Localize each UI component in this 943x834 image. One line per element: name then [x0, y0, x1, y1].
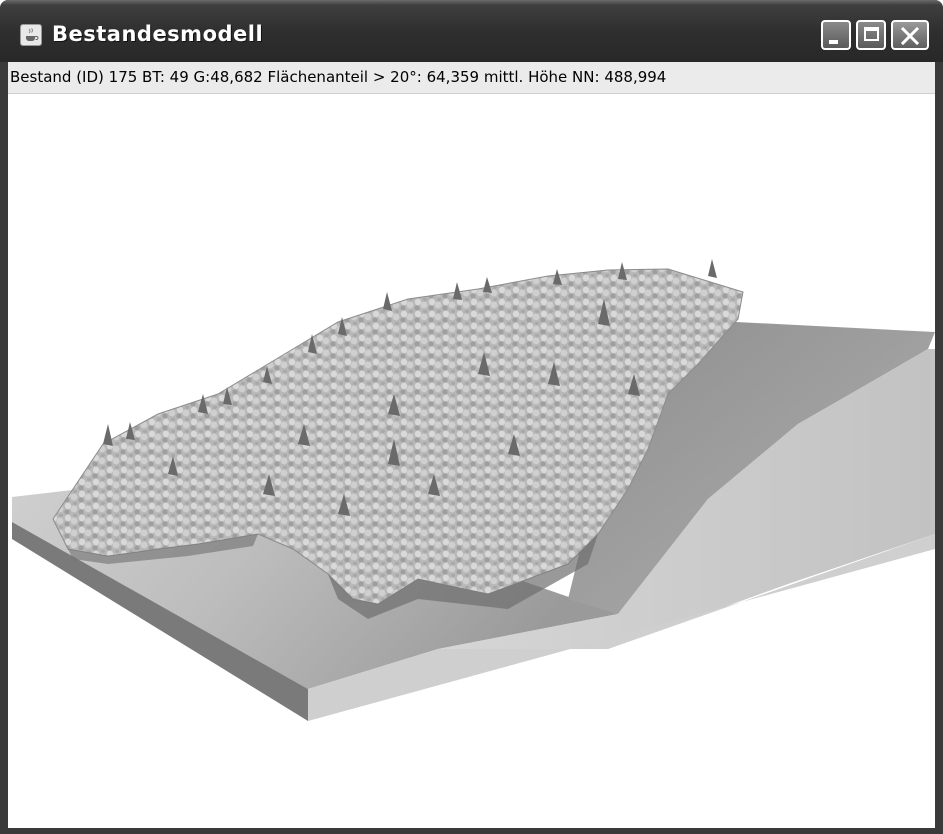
maximize-icon — [864, 27, 879, 41]
maximize-button[interactable] — [856, 20, 886, 50]
client-area: Bestand (ID) 175 BT: 49 G:48,682 Flächen… — [8, 62, 935, 828]
minimize-button[interactable] — [821, 20, 851, 50]
stand-model-render — [12, 259, 935, 721]
info-bar: Bestand (ID) 175 BT: 49 G:48,682 Flächen… — [8, 62, 935, 94]
java-cup-icon — [20, 24, 42, 46]
window-bottom-border — [0, 828, 943, 834]
minimize-icon — [829, 40, 838, 44]
title-bar[interactable]: Bestandesmodell — [0, 0, 943, 62]
3d-stand-view[interactable] — [8, 94, 935, 828]
app-window: Bestandesmodell Bestand (ID) 175 BT: 49 … — [0, 0, 943, 834]
window-title: Bestandesmodell — [52, 22, 264, 46]
stand-info-text: Bestand (ID) 175 BT: 49 G:48,682 Flächen… — [10, 68, 667, 86]
close-icon — [900, 26, 920, 46]
close-button[interactable] — [891, 20, 929, 50]
